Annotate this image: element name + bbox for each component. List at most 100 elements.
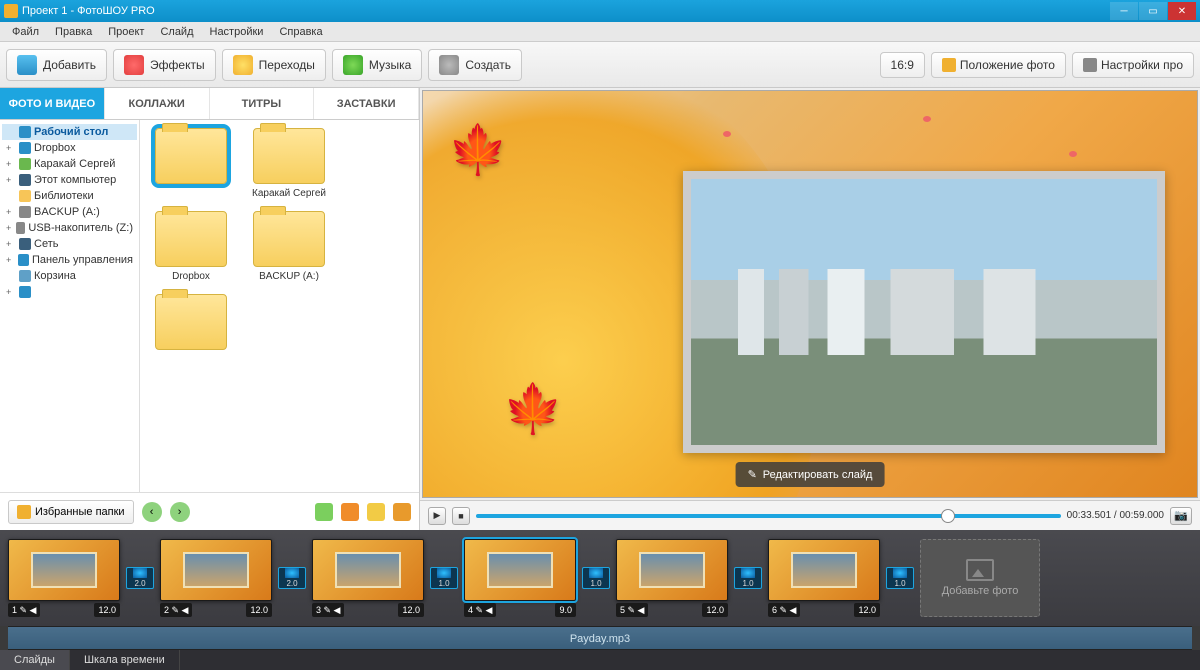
note-icon[interactable]	[367, 503, 385, 521]
slide-4[interactable]: 4 ✎ ◀9.0	[464, 539, 576, 617]
tree-item-pc[interactable]: +Этот компьютер	[2, 172, 137, 188]
expand-icon[interactable]: +	[6, 287, 16, 297]
menu-project[interactable]: Проект	[100, 24, 152, 40]
close-button[interactable]: ✕	[1168, 2, 1196, 20]
transition-chip[interactable]: 1.0	[886, 567, 914, 589]
slide-2[interactable]: 2 ✎ ◀12.0	[160, 539, 272, 617]
tree-item-backup[interactable]: +BACKUP (A:)	[2, 204, 137, 220]
slide-thumb	[616, 539, 728, 601]
preview-canvas[interactable]: 🍁 🍁 Редактировать слайд	[422, 90, 1198, 498]
folder-open-icon[interactable]	[393, 503, 411, 521]
menubar: Файл Правка Проект Слайд Настройки Справ…	[0, 22, 1200, 42]
tree-item-net[interactable]: +Сеть	[2, 236, 137, 252]
tree-item-libs[interactable]: Библиотеки	[2, 188, 137, 204]
transitions-button[interactable]: Переходы	[222, 49, 326, 81]
toolbar: Добавить Эффекты Переходы Музыка Создать…	[0, 42, 1200, 88]
petal-icon	[1069, 151, 1077, 157]
tree-item-user[interactable]: +Каракай Сергей	[2, 156, 137, 172]
transition-duration: 2.0	[286, 579, 297, 588]
camera-icon	[17, 55, 37, 75]
transition-chip[interactable]: 1.0	[582, 567, 610, 589]
aspect-ratio-button[interactable]: 16:9	[880, 52, 925, 78]
slide-5[interactable]: 5 ✎ ◀12.0	[616, 539, 728, 617]
tab-slides[interactable]: Слайды	[0, 650, 70, 670]
favorites-button[interactable]: Избранные папки	[8, 500, 134, 524]
tree-item-gear[interactable]: +	[2, 284, 137, 300]
tab-photo-video[interactable]: ФОТО И ВИДЕО	[0, 88, 105, 119]
expand-icon[interactable]: +	[6, 159, 16, 169]
minimize-button[interactable]: ─	[1110, 2, 1138, 20]
leaf-icon: 🍁	[448, 121, 508, 178]
expand-icon[interactable]: +	[6, 207, 16, 217]
left-panel: ФОТО И ВИДЕО КОЛЛАЖИ ТИТРЫ ЗАСТАВКИ Рабо…	[0, 88, 420, 530]
folder-item[interactable]	[148, 294, 234, 354]
folder-item[interactable]: Dropbox	[148, 211, 234, 282]
slide-3[interactable]: 3 ✎ ◀12.0	[312, 539, 424, 617]
seek-slider[interactable]	[476, 514, 1061, 518]
project-settings-button[interactable]: Настройки про	[1072, 52, 1194, 78]
home-icon[interactable]	[341, 503, 359, 521]
effects-button[interactable]: Эффекты	[113, 49, 216, 81]
nav-back-button[interactable]: ‹	[142, 502, 162, 522]
transition-chip[interactable]: 2.0	[278, 567, 306, 589]
expand-icon[interactable]: +	[6, 175, 16, 185]
slide-duration: 9.0	[555, 603, 576, 617]
expand-icon[interactable]: +	[6, 223, 13, 233]
slide-duration: 12.0	[854, 603, 880, 617]
bottom-tabs: Слайды Шкала времени	[0, 650, 1200, 670]
nav-forward-button[interactable]: ›	[170, 502, 190, 522]
music-button[interactable]: Музыка	[332, 49, 422, 81]
add-button[interactable]: Добавить	[6, 49, 107, 81]
tab-collages[interactable]: КОЛЛАЖИ	[105, 88, 210, 119]
tree-item-desktop[interactable]: Рабочий стол	[2, 124, 137, 140]
menu-slide[interactable]: Слайд	[152, 24, 201, 40]
expand-icon[interactable]: +	[6, 143, 16, 153]
edit-slide-button[interactable]: Редактировать слайд	[736, 462, 885, 487]
tab-intros[interactable]: ЗАСТАВКИ	[314, 88, 419, 119]
snapshot-button[interactable]: 📷	[1170, 507, 1192, 525]
transition-chip[interactable]: 1.0	[430, 567, 458, 589]
create-button[interactable]: Создать	[428, 49, 522, 81]
folder-item[interactable]	[148, 128, 234, 199]
tab-timeline[interactable]: Шкала времени	[70, 650, 180, 670]
preview-panel: 🍁 🍁 Редактировать слайд ▶ ■ 00:33.501 / …	[420, 88, 1200, 530]
menu-file[interactable]: Файл	[4, 24, 47, 40]
audio-track[interactable]: Payday.mp3	[8, 626, 1192, 650]
timeline[interactable]: 1 ✎ ◀12.02.02 ✎ ◀12.02.03 ✎ ◀12.01.04 ✎ …	[0, 530, 1200, 626]
tab-titles[interactable]: ТИТРЫ	[210, 88, 315, 119]
transition-chip[interactable]: 1.0	[734, 567, 762, 589]
leaf-icon: 🍁	[503, 380, 563, 437]
folder-tree[interactable]: Рабочий стол+Dropbox+Каракай Сергей+Этот…	[0, 120, 140, 492]
petal-icon	[923, 116, 931, 122]
slide-1[interactable]: 1 ✎ ◀12.0	[8, 539, 120, 617]
stop-button[interactable]: ■	[452, 507, 470, 525]
menu-edit[interactable]: Правка	[47, 24, 100, 40]
menu-settings[interactable]: Настройки	[202, 24, 272, 40]
tree-icon	[19, 142, 31, 154]
folder-grid[interactable]: Каракай СергейDropboxBACKUP (A:)	[140, 120, 419, 492]
tree-item-usb[interactable]: +USB-накопитель (Z:)	[2, 220, 137, 236]
folder-item[interactable]: Каракай Сергей	[246, 128, 332, 199]
photo-position-button[interactable]: Положение фото	[931, 52, 1066, 78]
expand-icon[interactable]: +	[6, 239, 16, 249]
export-icon	[439, 55, 459, 75]
slide-6[interactable]: 6 ✎ ◀12.0	[768, 539, 880, 617]
tree-item-dropbox[interactable]: +Dropbox	[2, 140, 137, 156]
photo-frame[interactable]	[683, 171, 1165, 453]
tree-item-bin[interactable]: Корзина	[2, 268, 137, 284]
seek-knob[interactable]	[941, 509, 955, 523]
folder-icon	[17, 505, 31, 519]
tree-icon	[19, 158, 31, 170]
slide-number: 3 ✎ ◀	[312, 603, 344, 617]
folder-item[interactable]: BACKUP (A:)	[246, 211, 332, 282]
slide-thumb	[464, 539, 576, 601]
play-button[interactable]: ▶	[428, 507, 446, 525]
slide-number: 1 ✎ ◀	[8, 603, 40, 617]
maximize-button[interactable]: ▭	[1139, 2, 1167, 20]
transition-chip[interactable]: 2.0	[126, 567, 154, 589]
tree-item-cpanel[interactable]: +Панель управления	[2, 252, 137, 268]
arrow-down-icon[interactable]	[315, 503, 333, 521]
add-photo-button[interactable]: Добавьте фото	[920, 539, 1040, 617]
expand-icon[interactable]: +	[6, 255, 15, 265]
menu-help[interactable]: Справка	[271, 24, 330, 40]
